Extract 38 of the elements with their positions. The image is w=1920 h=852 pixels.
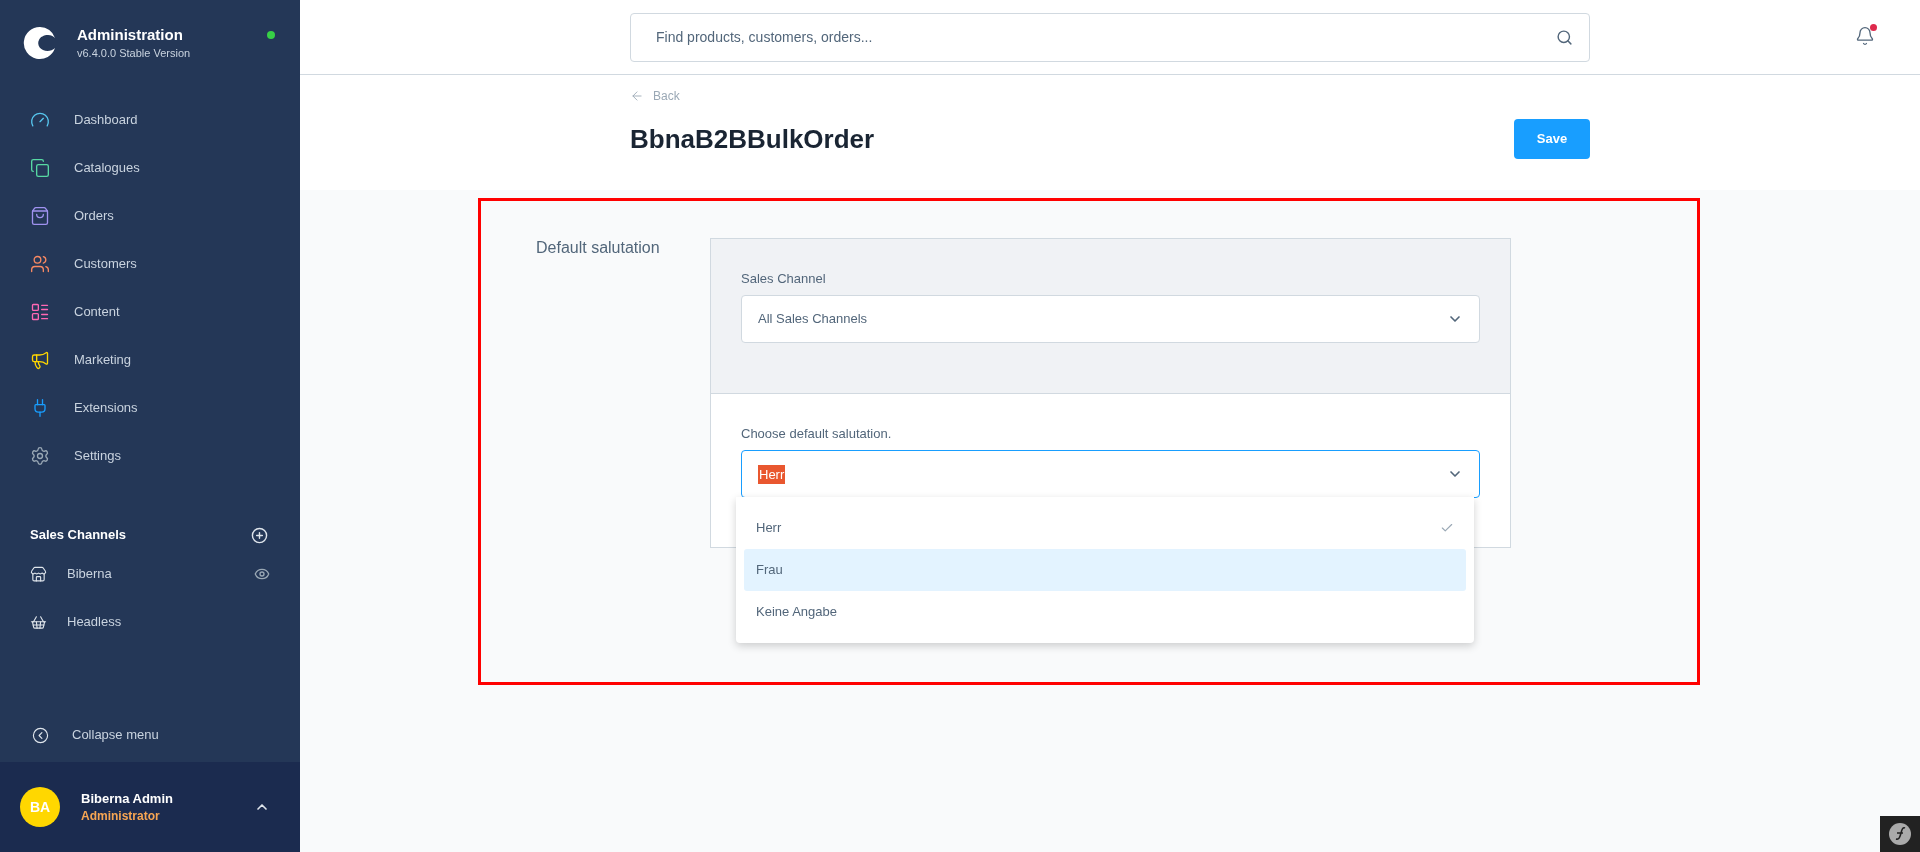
bell-icon	[1855, 26, 1875, 46]
store-icon	[30, 565, 47, 583]
swirl-icon	[1888, 822, 1912, 846]
basket-icon	[30, 613, 47, 631]
collapse-menu[interactable]: Collapse menu	[0, 711, 300, 759]
nav-item[interactable]: Settings	[0, 432, 300, 480]
version-label: v6.4.0.0 Stable Version	[77, 46, 191, 61]
nav-item[interactable]: Dashboard	[0, 96, 300, 144]
channel-item[interactable]: Biberna	[30, 564, 112, 584]
page-title: BbnaB2BBulkOrder	[630, 122, 875, 156]
user-role: Administrator	[81, 808, 161, 824]
dropdown-option[interactable]: Herr	[744, 507, 1466, 549]
notification-button[interactable]	[1855, 26, 1875, 48]
section-label: Default salutation	[536, 238, 661, 258]
avatar: BA	[20, 787, 60, 827]
nav-item[interactable]: Orders	[0, 192, 300, 240]
dropdown-option[interactable]: Frau	[744, 549, 1466, 591]
channel-item[interactable]: Headless	[30, 612, 122, 632]
field-label: Sales Channel	[741, 270, 827, 288]
add-icon[interactable]	[251, 526, 268, 544]
logo-icon	[23, 26, 57, 60]
arrow-left-icon	[630, 89, 644, 103]
dropdown-option[interactable]: Keine Angabe	[744, 591, 1466, 633]
nav-item[interactable]: Content	[0, 288, 300, 336]
field-label: Choose default salutation.	[741, 425, 893, 443]
chevron-left-icon	[32, 726, 49, 744]
eye-icon[interactable]	[254, 566, 270, 582]
nav-item[interactable]: Customers	[0, 240, 300, 288]
section-title: Sales Channels	[30, 526, 127, 545]
user-name: Biberna Admin	[81, 790, 173, 808]
nav-item[interactable]: Catalogues	[0, 144, 300, 192]
salutation-select[interactable]: Herr	[741, 449, 1480, 498]
app-title: Administration	[77, 25, 184, 45]
nav-item[interactable]: Marketing	[0, 336, 300, 384]
search-field[interactable]: Find products, customers, orders...	[630, 12, 1590, 62]
nav-item[interactable]: Extensions	[0, 384, 300, 432]
search-icon[interactable]	[1556, 28, 1573, 46]
sales-channel-select[interactable]: All Sales Channels	[741, 294, 1480, 343]
